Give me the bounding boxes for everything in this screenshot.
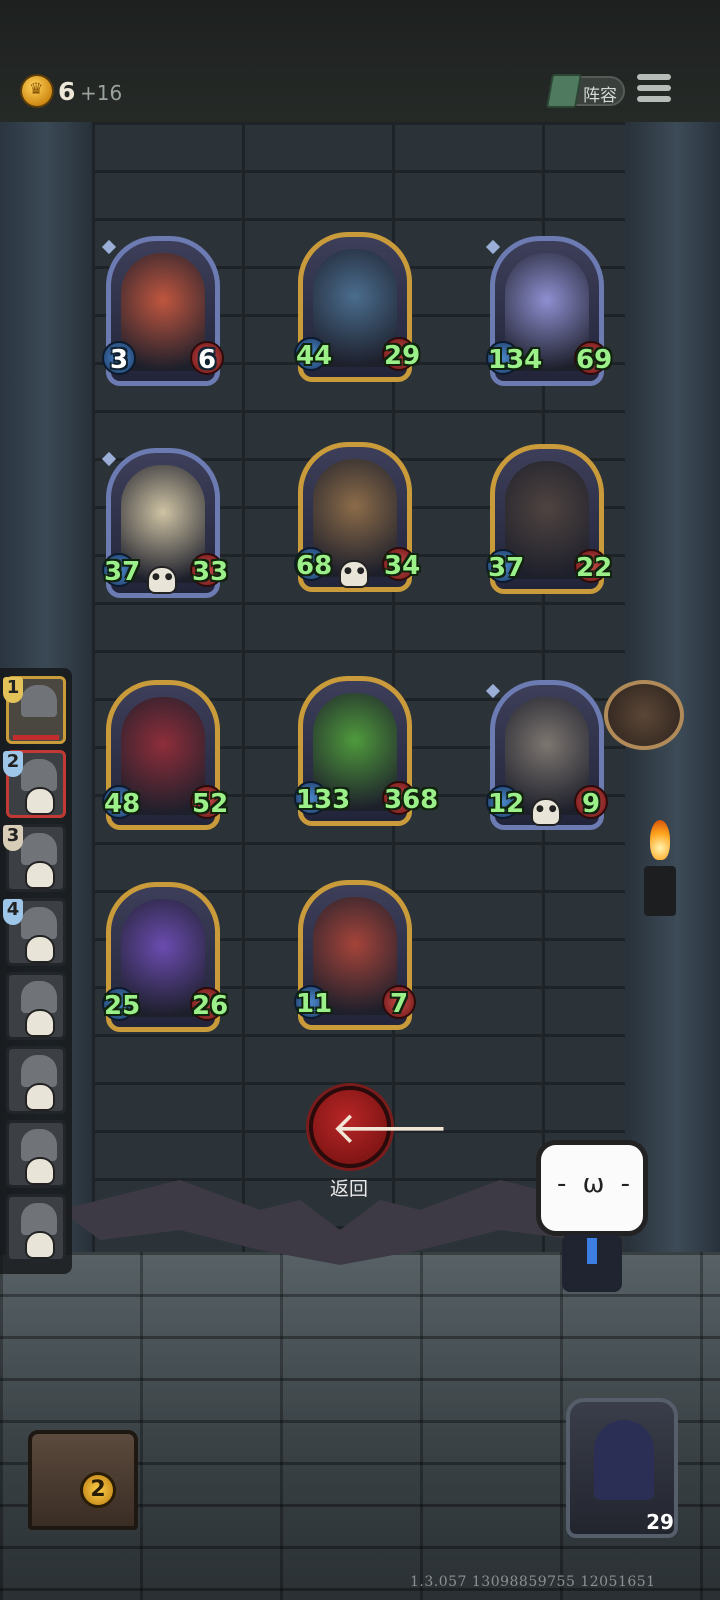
skull-icon — [27, 1159, 53, 1183]
wizard-icon — [594, 1420, 654, 1500]
hero-health-value: 29 — [646, 1510, 674, 1534]
mascot-face-icon: - ω - — [557, 1169, 635, 1199]
unit-card-purple-dragon[interactable]: 25 26 — [102, 882, 228, 1032]
lineup-map-icon — [546, 74, 582, 108]
health-value: 69 — [574, 341, 612, 375]
opponent-portrait — [21, 1203, 57, 1235]
turn-number: 1 — [3, 677, 23, 703]
turn-health-bar — [13, 735, 59, 740]
hero-health: 29 — [636, 1490, 683, 1540]
unit-card-red-haired-oracle[interactable]: 36 — [101, 236, 224, 386]
attack-value: 37 — [102, 553, 140, 587]
timeline-turn[interactable] — [6, 1120, 66, 1188]
timeline-turn[interactable]: 1 — [3, 676, 66, 744]
top-bar: 6 +16 阵容 — [0, 0, 720, 122]
timeline-turn[interactable]: 4 — [3, 898, 66, 966]
attack-value: 133 — [294, 781, 350, 815]
health-value: 7 — [382, 985, 416, 1019]
skull-icon — [27, 1011, 53, 1035]
health-value: 22 — [574, 549, 612, 583]
skull-icon — [27, 789, 53, 813]
unit-card-stone-golem[interactable]: 37 22 — [486, 444, 612, 594]
skull-icon — [27, 1233, 53, 1257]
turn-number: 4 — [3, 899, 23, 925]
tv-head-mascot[interactable]: - ω - — [536, 1130, 652, 1295]
attack-value: 25 — [102, 987, 140, 1021]
flame-icon — [650, 820, 670, 860]
attack-value: 48 — [102, 785, 140, 819]
opponent-portrait — [21, 907, 57, 939]
timeline-turn[interactable] — [6, 972, 66, 1040]
back-button[interactable]: 🡐 — [309, 1086, 449, 1168]
pocket-watch-icon[interactable] — [604, 680, 684, 750]
back-label: 返回 — [330, 1178, 369, 1200]
health-value: 6 — [190, 341, 224, 375]
gold-amount: 6 — [58, 77, 76, 106]
timeline-turn[interactable] — [6, 1046, 66, 1114]
health-value: 33 — [190, 553, 228, 587]
attack-value: 68 — [294, 547, 332, 581]
health-value: 29 — [382, 337, 420, 371]
opponent-portrait — [21, 1055, 57, 1087]
attack-value: 37 — [486, 549, 524, 583]
timeline-turn[interactable] — [6, 1194, 66, 1262]
health-value: 34 — [382, 547, 420, 581]
version-text: 1.3.057 13098859755 12051651 — [410, 1574, 656, 1590]
unit-card-green-baby-dragon[interactable]: 133 368 — [294, 676, 438, 826]
skull-icon — [27, 937, 53, 961]
health-value: 26 — [190, 987, 228, 1021]
gold-coin-icon — [22, 76, 52, 106]
unit-card-bone-dragon[interactable]: 37 33 — [101, 448, 228, 598]
timeline-turn[interactable]: 2 — [3, 750, 66, 818]
chest-button[interactable] — [8, 1410, 148, 1538]
lineup-button[interactable]: 阵容 — [546, 74, 625, 108]
unit-card-red-dragon[interactable]: 48 52 — [102, 680, 228, 830]
arrow-left-icon: 🡐 — [331, 1103, 449, 1154]
skull-icon — [27, 863, 53, 887]
turn-number: 3 — [3, 825, 23, 851]
timeline-turn[interactable]: 3 — [3, 824, 66, 892]
attack-value: 3 — [102, 341, 136, 375]
lineup-label: 阵容 — [583, 86, 617, 106]
opponent-portrait — [21, 685, 57, 717]
unit-card-horned-girl[interactable]: 11 7 — [294, 880, 416, 1030]
menu-icon[interactable] — [637, 74, 671, 106]
health-value: 52 — [190, 785, 228, 819]
opponent-portrait — [21, 759, 57, 791]
opponent-portrait — [21, 833, 57, 865]
opponent-portrait — [21, 1129, 57, 1161]
health-value: 368 — [382, 781, 438, 815]
chest-count-badge: 2 — [80, 1472, 116, 1508]
turn-number: 2 — [3, 751, 23, 777]
skull-icon — [341, 562, 367, 586]
turn-timeline: 1 2 3 4 — [0, 668, 72, 1274]
attack-value: 12 — [486, 785, 524, 819]
opponent-portrait — [21, 981, 57, 1013]
unit-card-blue-elf-sorceress[interactable]: 44 29 — [294, 232, 420, 382]
unit-card-harpist-maiden[interactable]: 134 69 — [485, 236, 612, 386]
skull-icon — [149, 568, 175, 592]
unit-card-old-scholar[interactable]: 12 9 — [485, 680, 608, 830]
gold-income: +16 — [80, 81, 123, 105]
attack-value: 11 — [294, 985, 332, 1019]
attack-value: 134 — [486, 341, 542, 375]
unit-card-detective-girl[interactable]: 68 34 — [294, 442, 420, 592]
skull-icon — [27, 1085, 53, 1109]
wall-torch — [640, 820, 680, 960]
attack-value: 44 — [294, 337, 332, 371]
health-value: 9 — [574, 785, 608, 819]
skull-icon — [533, 800, 559, 824]
